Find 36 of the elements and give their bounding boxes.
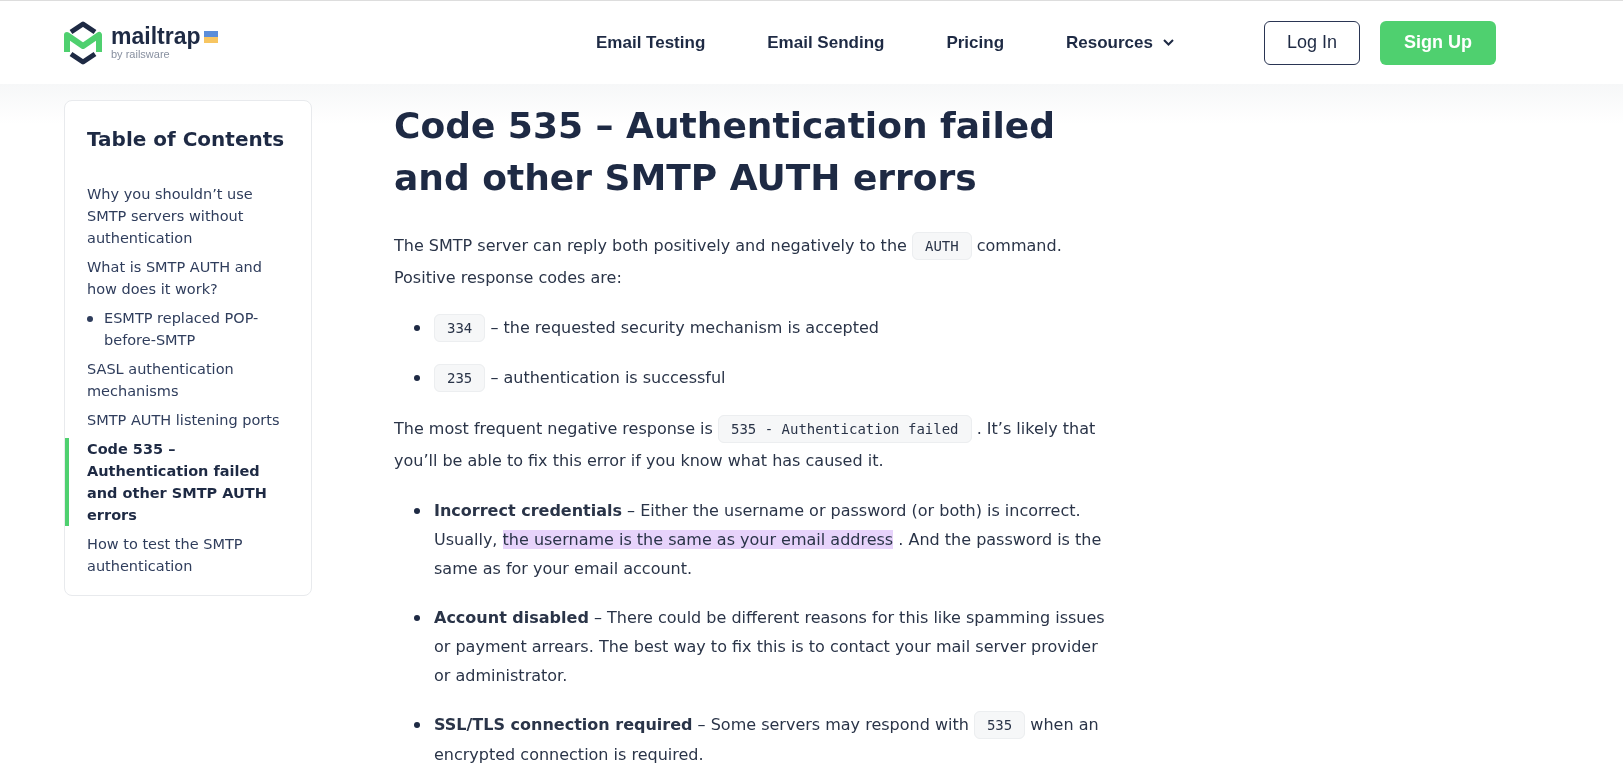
toc-link[interactable]: ESMTP replaced POP-before-SMTP xyxy=(104,307,295,351)
toc-title: Table of Contents xyxy=(87,127,286,151)
inline-code: AUTH xyxy=(911,232,972,260)
list-item-text: SSL/TLS connection required – Some servers may respond with 535 when an encrypted connection is required. xyxy=(434,710,1114,769)
nav-link[interactable]: Pricing xyxy=(946,32,1005,53)
bullet-icon xyxy=(414,722,420,728)
inline-code: 334 xyxy=(434,314,486,342)
logo-tagline: by railsware xyxy=(111,48,170,60)
toc-link[interactable]: SASL authentication mechanisms xyxy=(65,358,295,402)
bullet-icon xyxy=(414,375,420,381)
flag-icon xyxy=(204,30,219,43)
bullet-icon xyxy=(87,316,93,322)
paragraph: The SMTP server can reply both positively and negatively to the AUTH command. Positive response codes are: xyxy=(394,230,1114,293)
inline-code: 535 - Authentication failed xyxy=(717,415,972,443)
toc-link[interactable]: Code 535 – Authentication failed and other SMTP AUTH errors xyxy=(65,438,295,526)
highlighted-text: the username is the same as your email address xyxy=(502,530,894,549)
bullet-icon xyxy=(414,615,420,621)
list-item-text: Account disabled – There could be different reasons for this like spamming issues or payment arrears. The best way to fix this is to contact your mail server provider or administrator. xyxy=(434,607,1106,687)
article-heading: Code 535 – Authentication failed and other SMTP AUTH errors xyxy=(394,104,1056,200)
inline-code: 235 xyxy=(434,364,486,392)
nav-link[interactable]: Resources xyxy=(1066,32,1174,53)
toc-link[interactable]: What is SMTP AUTH and how does it work? xyxy=(65,256,295,300)
nav-link[interactable]: Email Sending xyxy=(767,32,885,53)
list-item-text: 235 – authentication is successful xyxy=(434,363,1114,393)
toc-link[interactable]: SMTP AUTH listening ports xyxy=(65,409,295,431)
nav-link[interactable]: Email Testing xyxy=(596,32,706,53)
toc-link[interactable]: Why you shouldn’t use SMTP servers without authentication xyxy=(65,183,295,249)
log-in-button[interactable]: Log In xyxy=(1263,20,1360,65)
list-item-text: Incorrect credentials – Either the username or password (or both) is incorrect. Usually, the username is the same as your email address . And the password is the same as for your email account. xyxy=(434,500,1103,580)
bullet-icon xyxy=(414,325,420,331)
paragraph: The most frequent negative response is 535 - Authentication failed . It’s likely that you’ll be able to fix this error if you know what has caused it. xyxy=(394,413,1114,476)
bullet-icon xyxy=(414,508,420,514)
list-item-text: 334 – the requested security mechanism is accepted xyxy=(434,313,1114,343)
toc-link[interactable]: How to test the SMTP authentication xyxy=(65,533,295,577)
inline-code: 535 xyxy=(973,711,1026,739)
logo-icon xyxy=(63,19,103,66)
